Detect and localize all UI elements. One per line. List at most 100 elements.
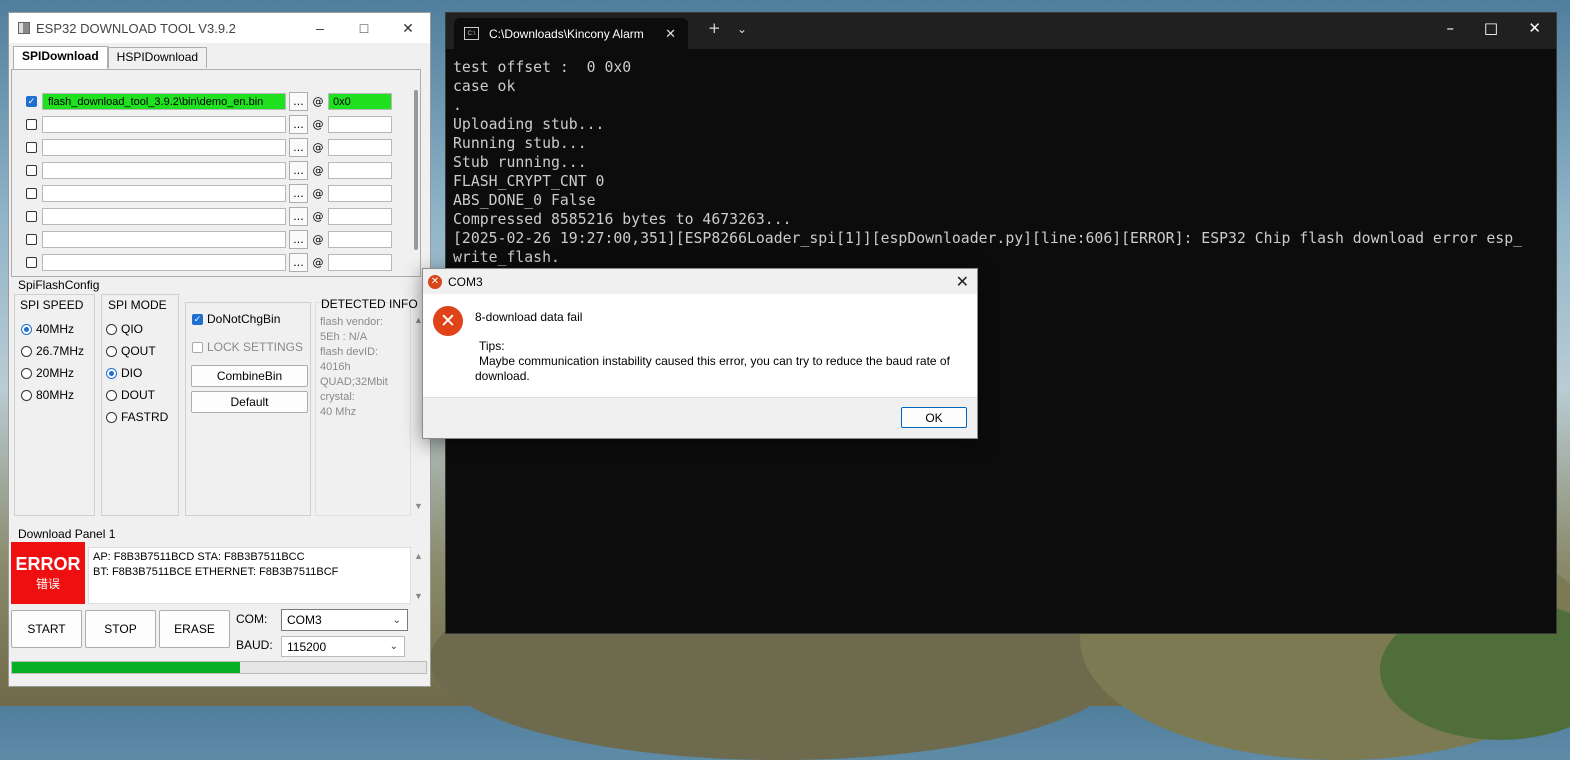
file-path-input[interactable] (42, 139, 286, 156)
browse-button[interactable]: ... (289, 207, 308, 226)
spi-speed-radio-20mhz[interactable]: 20MHz (21, 366, 74, 380)
terminal-output[interactable]: test offset : 0 0x0 case ok. Uploading stu… (453, 58, 1550, 267)
file-checkbox[interactable] (26, 211, 37, 222)
file-checkbox[interactable] (26, 188, 37, 199)
file-path-input[interactable] (42, 254, 286, 271)
browse-button[interactable]: ... (289, 161, 308, 180)
address-input[interactable] (328, 162, 392, 179)
combine-bin-button[interactable]: CombineBin (191, 365, 308, 387)
chevron-down-icon[interactable]: ⌄ (737, 22, 747, 36)
file-path-input[interactable] (42, 185, 286, 202)
minimize-icon[interactable]: – (298, 13, 342, 43)
radio-icon (21, 367, 32, 379)
spi-mode-label: SPI MODE (108, 298, 167, 312)
at-label: @ (312, 187, 324, 200)
com-select[interactable]: COM3 ⌄ (281, 609, 408, 631)
close-icon[interactable]: ✕ (956, 272, 969, 292)
baud-select[interactable]: 115200 ⌄ (281, 636, 405, 657)
close-icon[interactable]: ✕ (1528, 19, 1541, 37)
error-icon: ✕ (433, 306, 463, 336)
start-button[interactable]: START (11, 610, 82, 648)
at-label: @ (312, 118, 324, 131)
address-input[interactable] (328, 208, 392, 225)
browse-button[interactable]: ... (289, 92, 308, 111)
browse-button[interactable]: ... (289, 138, 308, 157)
baud-label: BAUD: (236, 638, 273, 652)
com-label: COM: (236, 612, 268, 626)
address-input[interactable] (328, 139, 392, 156)
close-icon[interactable]: ✕ (386, 13, 430, 43)
address-input[interactable]: 0x0 (328, 93, 392, 110)
file-row: ✓ flash_download_tool_3.9.2\bin\demo_en.b… (26, 92, 392, 111)
spi-mode-radio-qio[interactable]: QIO (106, 322, 143, 336)
file-checkbox[interactable]: ✓ (26, 96, 37, 107)
spi-speed-radio-267mhz[interactable]: 26.7MHz (21, 344, 84, 358)
address-input[interactable] (328, 254, 392, 271)
address-input[interactable] (328, 231, 392, 248)
terminal-line: FLASH_CRYPT_CNT 0 (453, 173, 605, 190)
close-tab-icon[interactable]: ✕ (665, 26, 676, 42)
lock-settings-checkbox[interactable]: LOCK SETTINGS (192, 340, 303, 354)
do-not-chg-bin-checkbox[interactable]: ✓ DoNotChgBin (192, 312, 280, 326)
file-checkbox[interactable] (26, 119, 37, 130)
file-path-input[interactable] (42, 208, 286, 225)
radio-icon (21, 345, 32, 357)
terminal-line: Running stub... (453, 135, 587, 152)
file-row: ... @ (26, 207, 392, 226)
dialog-message: 8-download data fail (475, 310, 583, 324)
stop-button[interactable]: STOP (85, 610, 156, 648)
spi-mode-radio-qout[interactable]: QOUT (106, 344, 156, 358)
file-list-scrollbar[interactable] (414, 90, 418, 250)
spi-mode-radio-fastrd[interactable]: FASTRD (106, 410, 168, 424)
at-label: @ (312, 233, 324, 246)
app-icon (18, 22, 30, 34)
file-row: ... @ (26, 253, 392, 272)
scroll-down-icon[interactable]: ▼ (414, 501, 423, 511)
address-input[interactable] (328, 116, 392, 133)
file-path-input[interactable]: flash_download_tool_3.9.2\bin\demo_en.bi… (42, 93, 286, 110)
mac-scroll-down-icon[interactable]: ▼ (414, 591, 423, 601)
file-row: ... @ (26, 184, 392, 203)
radio-icon (106, 323, 117, 335)
file-row: ... @ (26, 230, 392, 249)
spi-speed-radio-40mhz[interactable]: 40MHz (21, 322, 74, 336)
file-path-input[interactable] (42, 231, 286, 248)
mac-scroll-up-icon[interactable]: ▲ (414, 551, 423, 561)
file-checkbox[interactable] (26, 165, 37, 176)
dialog-footer: OK (423, 397, 977, 438)
new-tab-icon[interactable]: + (708, 19, 721, 37)
maximize-icon[interactable]: □ (342, 13, 386, 43)
file-checkbox[interactable] (26, 142, 37, 153)
at-label: @ (312, 256, 324, 269)
at-label: @ (312, 95, 324, 108)
file-path-input[interactable] (42, 116, 286, 133)
maximize-icon[interactable]: □ (1484, 19, 1498, 37)
tab-hspidownload[interactable]: HSPIDownload (107, 47, 208, 68)
tab-spidownload[interactable]: SPIDownload (13, 46, 108, 69)
browse-button[interactable]: ... (289, 230, 308, 249)
ok-button[interactable]: OK (901, 407, 967, 428)
erase-button[interactable]: ERASE (159, 610, 230, 648)
terminal-line: ABS_DONE_0 False (453, 192, 596, 209)
spi-mode-radio-dio[interactable]: DIO (106, 366, 142, 380)
address-input[interactable] (328, 185, 392, 202)
browse-button[interactable]: ... (289, 253, 308, 272)
browse-button[interactable]: ... (289, 184, 308, 203)
spi-mode-radio-dout[interactable]: DOUT (106, 388, 155, 402)
file-checkbox[interactable] (26, 234, 37, 245)
file-checkbox[interactable] (26, 257, 37, 268)
spi-speed-radio-80mhz[interactable]: 80MHz (21, 388, 74, 402)
mac-address-box: AP: F8B3B7511BCD STA: F8B3B7511BCC BT: F… (88, 547, 411, 604)
dialog-title-bar: ✕ COM3 ✕ (423, 269, 977, 294)
default-button[interactable]: Default (191, 391, 308, 413)
terminal-tab[interactable]: C:\ C:\Downloads\Kincony Alarm ✕ (454, 18, 688, 49)
minimize-icon[interactable]: – (1447, 19, 1455, 37)
terminal-tab-bar: C:\ C:\Downloads\Kincony Alarm ✕ + ⌄ – □… (446, 13, 1556, 49)
progress-fill (12, 662, 240, 673)
browse-button[interactable]: ... (289, 115, 308, 134)
file-path-input[interactable] (42, 162, 286, 179)
terminal-line: Stub running... (453, 154, 587, 171)
terminal-tab-title: C:\Downloads\Kincony Alarm (489, 26, 644, 41)
terminal-line: Compressed 8585216 bytes to 4673263... (453, 211, 792, 228)
status-badge: ERROR 错误 (11, 542, 85, 604)
